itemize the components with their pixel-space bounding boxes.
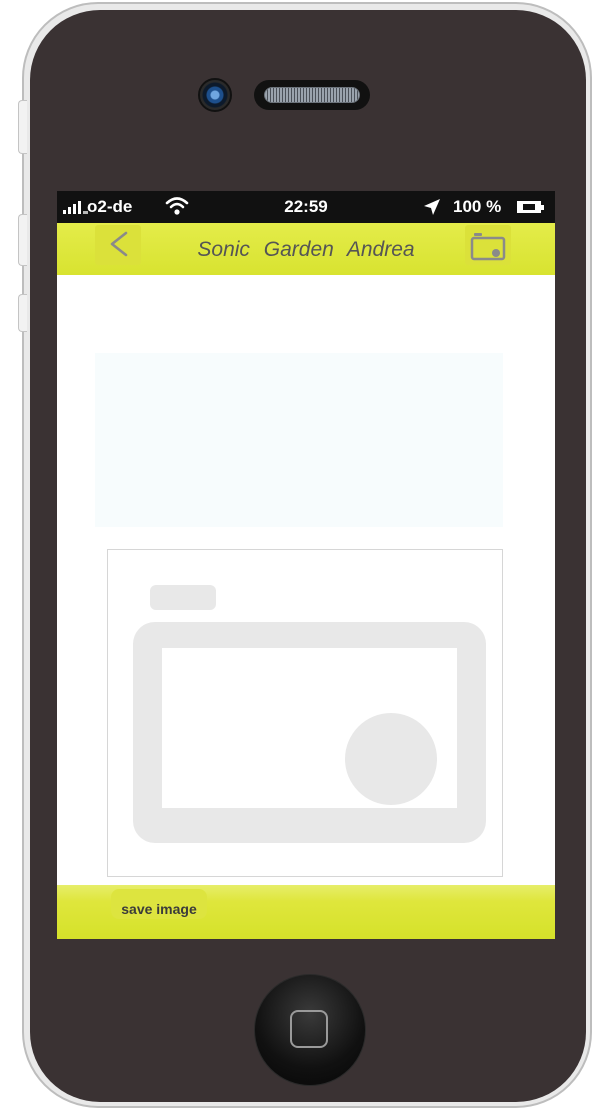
image-preview[interactable] (107, 549, 503, 877)
home-button-icon[interactable] (254, 974, 366, 1086)
battery-tip (541, 205, 544, 210)
volume-down-button (18, 294, 27, 332)
speaker-grill (264, 87, 360, 103)
mute-switch (18, 100, 27, 154)
status-bar: o2-de 22:59 100 % (57, 191, 555, 223)
bottom-toolbar: save image (57, 885, 555, 939)
volume-up-button (18, 214, 27, 266)
camera-icon (470, 233, 506, 261)
plug-icon (523, 204, 535, 210)
location-arrow-icon (424, 199, 440, 215)
content-placeholder (95, 353, 503, 527)
save-image-button[interactable]: save image (111, 889, 207, 919)
home-square-icon (290, 1010, 328, 1048)
camera-button[interactable] (465, 225, 511, 265)
front-camera-icon (198, 78, 232, 112)
earpiece-speaker (254, 80, 370, 110)
screen: o2-de 22:59 100 % Sonic Garden Andrea sa… (57, 191, 555, 939)
battery-percent: 100 % (453, 197, 502, 216)
camera-placeholder-icon (133, 585, 486, 843)
nav-bar: Sonic Garden Andrea (57, 223, 555, 275)
